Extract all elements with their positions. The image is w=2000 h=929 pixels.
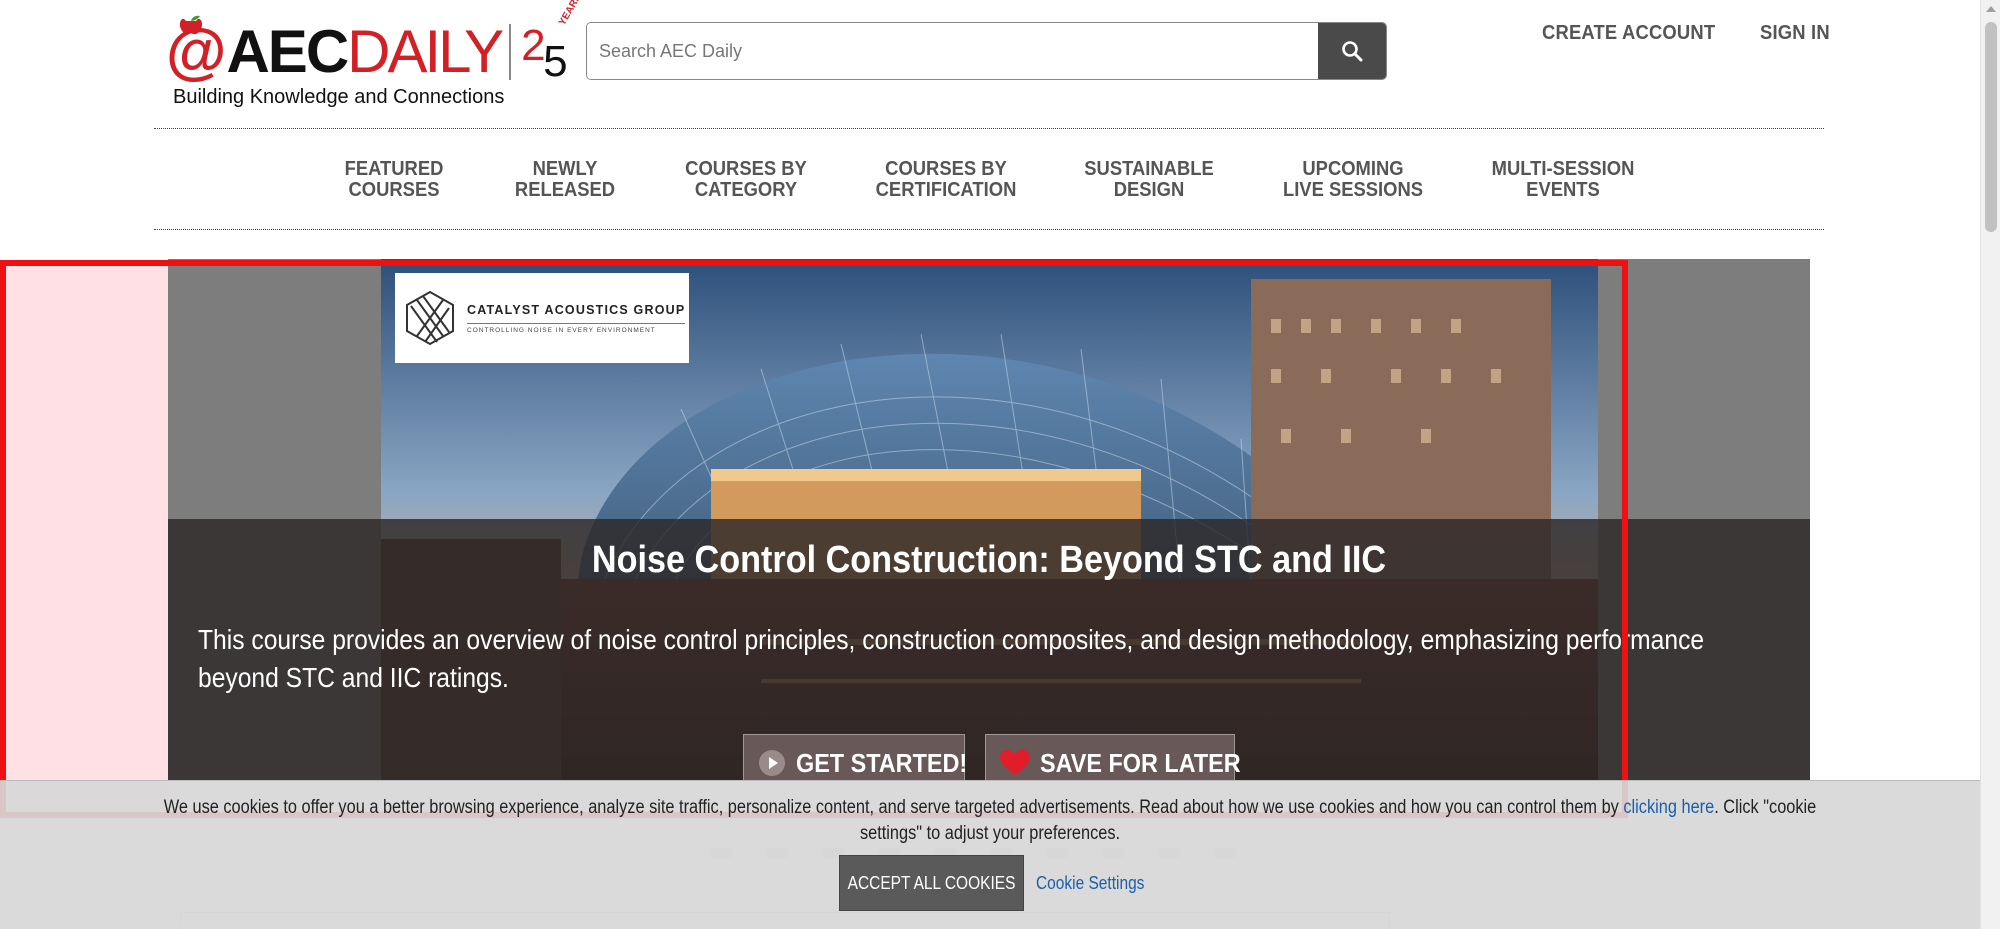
nav-multi-session-events[interactable]: MULTI-SESSION EVENTS [1492, 159, 1635, 201]
logo-25-years: 2 5 YEARS [521, 0, 584, 86]
search-button[interactable] [1318, 23, 1386, 79]
nav-courses-by-category[interactable]: COURSES BY CATEGORY [685, 159, 807, 201]
scroll-thumb[interactable] [1985, 22, 1997, 232]
apple-icon [179, 15, 203, 35]
create-account-link[interactable]: CREATE ACCOUNT [1542, 22, 1715, 45]
cookie-banner: We use cookies to offer you a better bro… [0, 780, 1980, 929]
nav-divider [154, 229, 1824, 230]
nav-sustainable-design[interactable]: SUSTAINABLE DESIGN [1084, 159, 1213, 201]
aecdaily-logo[interactable]: @ AEC DAILY 2 5 YEARS Building Knowledge… [166, 0, 584, 114]
sign-in-link[interactable]: SIGN IN [1760, 22, 1830, 45]
site-header: @ AEC DAILY 2 5 YEARS Building Knowledge… [0, 0, 2000, 130]
logo-divider [509, 24, 512, 80]
page-scrollbar[interactable] [1980, 0, 2000, 929]
search-bar [586, 22, 1387, 80]
accept-all-cookies-button[interactable]: ACCEPT ALL COOKIES [839, 855, 1024, 911]
nav-featured-courses[interactable]: FEATURED COURSES [345, 159, 444, 201]
cookie-settings-link[interactable]: Cookie Settings [1036, 873, 1144, 894]
tagline: Building Knowledge and Connections [173, 86, 505, 108]
nav-newly-released[interactable]: NEWLY RELEASED [515, 159, 615, 201]
cookie-policy-link[interactable]: clicking here [1623, 797, 1714, 818]
scroll-up-arrow-icon[interactable] [1986, 6, 1996, 12]
cookie-message: We use cookies to offer you a better bro… [163, 797, 1817, 844]
search-icon [1342, 41, 1363, 62]
logo-daily: DAILY [347, 18, 504, 85]
logo-at-sign: @ [166, 15, 227, 86]
search-input[interactable] [587, 23, 1318, 79]
highlight-frame [0, 260, 1628, 818]
main-nav: FEATURED COURSES NEWLY RELEASED COURSES BY… [154, 128, 1824, 228]
nav-courses-by-certification[interactable]: COURSES BY CERTIFICATION [876, 159, 1017, 201]
logo-aec: AEC [226, 18, 349, 85]
account-links: CREATE ACCOUNT SIGN IN [1542, 22, 1836, 45]
nav-upcoming-live-sessions[interactable]: UPCOMING LIVE SESSIONS [1283, 159, 1423, 201]
